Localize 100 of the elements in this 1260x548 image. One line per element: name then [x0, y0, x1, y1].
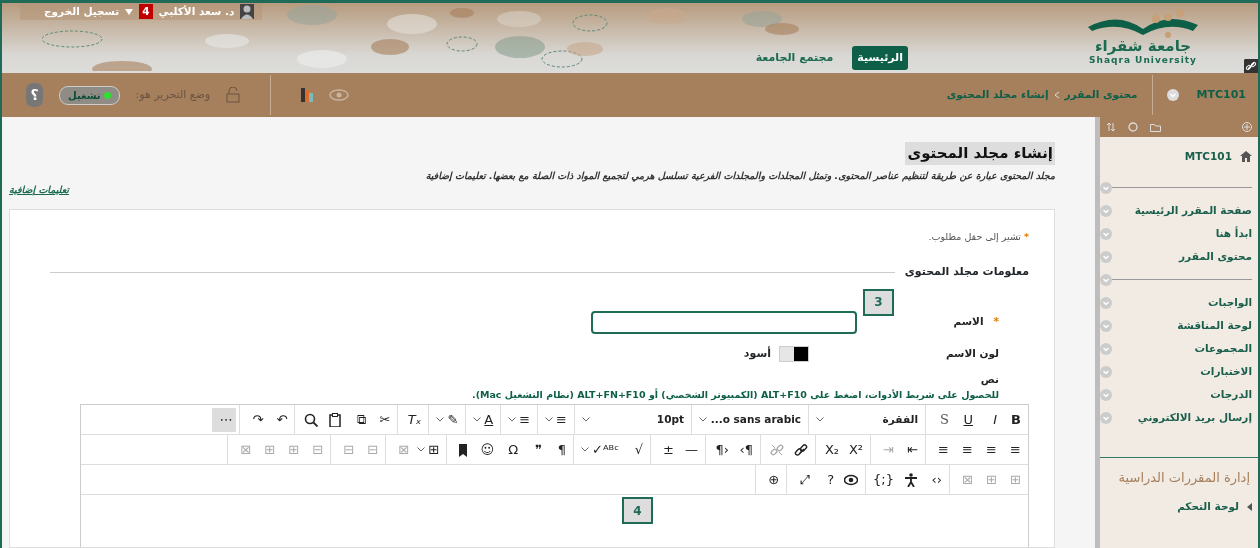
toolbar-button[interactable]: ⇤ — [898, 437, 922, 462]
link-icon[interactable] — [1244, 59, 1258, 73]
toolbar-button[interactable]: ↶ — [267, 407, 292, 432]
menu-link[interactable]: الاختبارات — [1112, 363, 1252, 380]
nav-tab[interactable]: مجتمع الجامعة — [750, 45, 839, 70]
university-name-english: Shaqra University — [1089, 55, 1197, 67]
refresh-icon[interactable] — [1128, 122, 1138, 132]
toolbar-button[interactable]: S — [929, 407, 953, 432]
toolbar-button[interactable]: ⊞ — [413, 437, 444, 462]
toolbar-button[interactable]: ¶ — [546, 437, 571, 462]
toolbar-button[interactable]: ≡ — [977, 437, 1001, 462]
toolbar-button[interactable]: {;} — [869, 467, 898, 492]
chevron-icon[interactable] — [1100, 227, 1112, 240]
toolbar-dropdown[interactable]: ...o sans arabic — [695, 407, 805, 432]
toolbar-button[interactable]: ≡ — [953, 437, 977, 462]
chevron-icon — [1053, 91, 1060, 99]
notification-count[interactable]: 4 — [139, 3, 153, 20]
toolbar-button[interactable]: √ — [623, 437, 647, 462]
folder-icon[interactable] — [1150, 122, 1161, 132]
lock-icon[interactable] — [226, 87, 241, 103]
toolbar-button[interactable]: A — [469, 407, 498, 432]
required-note: * تشير إلى حقل مطلوب. — [927, 230, 1029, 244]
chevron-icon[interactable] — [1100, 319, 1112, 332]
chevron-icon[interactable] — [1100, 388, 1112, 401]
menu-link[interactable]: المجموعات — [1112, 340, 1252, 357]
chevron-icon[interactable] — [1100, 296, 1112, 309]
section-title: إدارة المقررات الدراسية — [1117, 469, 1251, 488]
toolbar-button[interactable]: ≡ — [504, 407, 535, 432]
toolbar-button[interactable]: ❞ — [522, 437, 547, 462]
required-mark: * — [993, 315, 999, 328]
chevron-icon[interactable] — [1100, 411, 1112, 424]
chevron-icon[interactable] — [1100, 181, 1112, 194]
palette-icon[interactable] — [301, 88, 314, 102]
toolbar-button[interactable]: ✎ — [432, 407, 463, 432]
course-link[interactable]: MTC101 — [1184, 148, 1232, 165]
page-title: إنشاء مجلد المحتوى — [905, 142, 1055, 165]
toolbar-button[interactable]: ≡ — [929, 437, 953, 462]
menu-link[interactable]: لوحة المناقشة — [1112, 317, 1252, 334]
keyboard-hint: للحصول على شريط الأدوات، اضغط على ALT+F10 (الكمبيوتر الشخصي) أو ALT+FN+F10 (نظام التشغيل Mac). — [471, 388, 1000, 403]
toolbar-button[interactable]: U — [953, 407, 977, 432]
eye-icon — [844, 472, 859, 487]
toolbar-button[interactable]: ⋯ — [212, 407, 237, 432]
page-description: مجلد المحتوى عبارة عن طريقة لتنظيم عناصر المحتوى. وتمثل المجلدات والمجلدات الفرعية تسلسل هرمي لتجميع المواد ذات الصلة مع بعضها. تعليمات إضافية — [424, 168, 1055, 183]
toolbar-button[interactable]: ⤢ — [790, 467, 815, 492]
field-label: الاسم — [953, 315, 984, 328]
eye-icon[interactable] — [329, 89, 350, 101]
person-icon — [904, 472, 918, 487]
color-name: أسود — [743, 345, 771, 362]
menu-link[interactable]: لوحة التحكم — [1100, 499, 1239, 515]
caret-icon[interactable] — [1247, 503, 1252, 511]
broken-link-icon — [770, 442, 784, 457]
toolbar-button[interactable]: ☺ — [474, 437, 499, 462]
breadcrumb-current: إنشاء مجلد المحتوى — [946, 87, 1049, 103]
chevron-icon[interactable] — [1100, 204, 1112, 217]
toolbar-button[interactable]: ᴬᴮᶜ✓ — [577, 437, 623, 462]
chevron-icon[interactable] — [1100, 365, 1112, 378]
toolbar-button[interactable]: ? — [814, 467, 839, 492]
color-picker[interactable] — [779, 346, 809, 362]
toolbar-button[interactable]: B — [1001, 407, 1025, 432]
toolbar-button[interactable]: ± — [654, 437, 678, 462]
toolbar-button[interactable]: ⧉ — [346, 407, 371, 432]
sort-icon[interactable] — [1106, 122, 1116, 132]
toolbar-button[interactable]: Ω — [498, 437, 523, 462]
menu-link[interactable]: الواجبات — [1112, 294, 1252, 311]
toolbar-button[interactable]: X₂ — [819, 437, 843, 462]
toolbar-button[interactable]: I — [977, 407, 1001, 432]
toolbar-button[interactable]: ⊕ — [759, 467, 784, 492]
step-badge: 4 — [622, 497, 653, 525]
toolbar-button[interactable]: ≡ — [1001, 437, 1025, 462]
chevron-icon[interactable] — [1100, 273, 1112, 286]
chevron-icon[interactable] — [1100, 250, 1112, 263]
toolbar-button[interactable]: ‹¶ — [709, 437, 733, 462]
toolbar-button[interactable]: ‹› — [922, 467, 946, 492]
help-button[interactable]: ؟ — [26, 83, 43, 107]
toolbar-button[interactable]: — — [678, 437, 702, 462]
toolbar-dropdown[interactable]: 10pt — [578, 407, 688, 432]
toolbar-dropdown[interactable]: الفقرة — [812, 407, 922, 432]
help-link[interactable]: تعليمات إضافية — [9, 182, 69, 197]
toolbar-button[interactable]: ≡ — [541, 407, 571, 432]
home-icon[interactable] — [1240, 151, 1252, 162]
menu-link[interactable]: ابدأ هنا — [1112, 225, 1252, 242]
toolbar-button[interactable]: ¶› — [733, 437, 757, 462]
menu-link[interactable]: صفحة المقرر الرئيسية — [1112, 202, 1252, 219]
chevron-icon[interactable] — [1100, 342, 1112, 355]
toolbar-button[interactable]: ↷ — [243, 407, 268, 432]
menu-link[interactable]: إرسال بريد الالكتروني — [1112, 409, 1252, 426]
name-field[interactable] — [591, 310, 857, 334]
avatar-icon — [240, 4, 255, 19]
link-icon — [794, 442, 808, 457]
menu-link[interactable]: الدرجات — [1112, 386, 1252, 403]
toolbar-button[interactable]: X² — [843, 437, 867, 462]
chevron-icon[interactable] — [1166, 89, 1179, 101]
toolbar-button[interactable]: ✂ — [370, 407, 395, 432]
search-icon — [304, 412, 319, 427]
toolbar-button[interactable]: Tₓ — [401, 407, 426, 432]
menu-link[interactable]: محتوى المقرر — [1112, 248, 1252, 265]
nav-tab[interactable]: الرئيسية — [852, 45, 908, 70]
caret-icon[interactable] — [125, 8, 134, 15]
field-label: لون الاسم — [944, 346, 1000, 362]
add-icon[interactable] — [1242, 122, 1252, 132]
